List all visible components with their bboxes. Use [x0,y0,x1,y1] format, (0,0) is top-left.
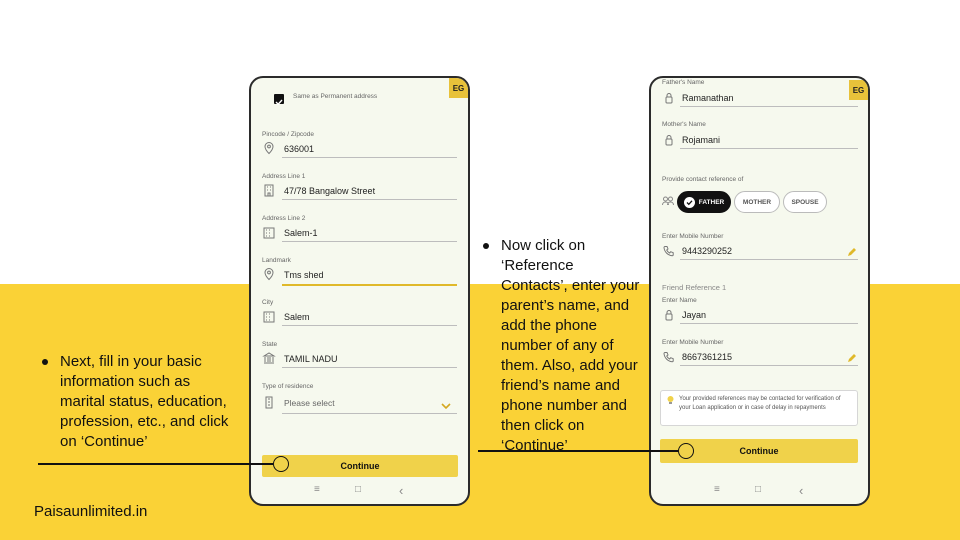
building-icon [262,225,276,239]
brand-text: Paisaunlimited.in [34,503,148,520]
friend-reference-title: Friend Reference 1 [662,283,727,292]
building-icon [262,183,276,197]
bullet [42,359,48,365]
back-nav-icon[interactable]: ‹ [799,483,803,498]
address-line2-label: Address Line 2 [262,215,306,222]
lock-icon [662,308,676,322]
bullet [483,243,489,249]
bank-icon [262,351,276,365]
mothers-name-label: Mother's Name [662,121,706,128]
eg-badge: EG [849,80,868,100]
pincode-field[interactable]: 636001 [284,144,314,154]
friend-name-underline [680,323,858,324]
phone-icon [662,350,676,364]
residence-label: Type of residence [262,383,314,390]
edit-pencil-icon[interactable] [846,351,858,363]
mothers-name-field[interactable]: Rojamani [682,135,720,145]
relation-spouse-pill[interactable]: SPOUSE [783,191,827,213]
eg-badge: EG [449,78,468,98]
reference-info-box: Your provided references may be contacte… [660,390,858,426]
mobile-field[interactable]: 9443290252 [682,246,732,256]
state-field[interactable]: TAMIL NADU [284,354,338,364]
landmark-field[interactable]: Tms shed [284,270,324,280]
city-underline [282,325,457,326]
chevron-down-icon[interactable] [440,398,452,410]
check-circle-icon [683,196,695,208]
continue-button[interactable]: Continue [262,455,458,477]
relation-father-label: FATHER [698,198,725,206]
back-nav-icon[interactable]: ‹ [399,483,403,498]
phone-screen-address: EG Same as Permanent address Pincode / Z… [249,76,470,506]
address-line1-field[interactable]: 47/78 Bangalow Street [284,186,375,196]
check-icon [275,99,283,106]
mothers-name-underline [680,148,858,149]
home-nav-icon[interactable]: □ [355,484,361,495]
home-nav-icon[interactable]: □ [755,484,761,495]
state-label: State [262,341,278,348]
mobile-underline [680,259,858,260]
building-icon [262,309,276,323]
city-label: City [262,299,274,306]
building-icon [262,395,276,409]
address-line1-label: Address Line 1 [262,173,306,180]
same-address-label: Same as Permanent address [293,93,378,100]
address-line2-field[interactable]: Salem-1 [284,228,318,238]
landmark-underline-active [282,284,457,286]
residence-select[interactable]: Please select [284,398,335,408]
pincode-label: Pincode / Zipcode [262,131,315,138]
city-field[interactable]: Salem [284,312,310,322]
people-icon [661,194,675,208]
landmark-label: Landmark [262,257,291,264]
contact-reference-label: Provide contact reference of [662,176,744,183]
phone-screen-references: EG Father's Name Ramanathan Mother's Nam… [649,76,870,506]
location-pin-icon [262,267,276,281]
left-instruction: Next, fill in your basic information suc… [42,352,230,452]
residence-underline [282,413,457,414]
address-line1-underline [282,199,457,200]
phone-icon [662,244,676,258]
friend-name-field[interactable]: Jayan [682,310,706,320]
friend-name-label: Enter Name [662,297,697,304]
edit-pencil-icon[interactable] [846,245,858,257]
left-instruction-text: Next, fill in your basic information suc… [60,353,229,450]
location-pin-icon [262,141,276,155]
reference-info-text: Your provided references may be contacte… [679,396,841,411]
pointer-ring-left [273,456,289,472]
lock-icon [662,91,676,105]
same-address-checkbox[interactable] [274,94,284,106]
lightbulb-icon [666,395,675,405]
relation-father-pill[interactable]: FATHER [677,191,731,213]
pointer-ring-right [678,443,694,459]
address-line2-underline [282,241,457,242]
relation-mother-pill[interactable]: MOTHER [734,191,780,213]
friend-mobile-underline [680,365,858,366]
state-underline [282,367,457,368]
menu-nav-icon[interactable]: ≡ [314,484,320,495]
lock-icon [662,133,676,147]
fathers-name-label: Father's Name [662,79,705,86]
right-instruction-text: Now click on ‘Reference Contacts’, enter… [501,237,640,454]
right-instruction: Now click on ‘Reference Contacts’, enter… [483,236,643,456]
fathers-name-underline [680,106,858,107]
friend-mobile-label: Enter Mobile Number [662,339,724,346]
pointer-line-left [38,463,273,465]
pointer-line-right [478,450,678,452]
fathers-name-field[interactable]: Ramanathan [682,93,734,103]
menu-nav-icon[interactable]: ≡ [714,484,720,495]
pincode-underline [282,157,457,158]
friend-mobile-field[interactable]: 8667361215 [682,352,732,362]
mobile-label: Enter Mobile Number [662,233,724,240]
